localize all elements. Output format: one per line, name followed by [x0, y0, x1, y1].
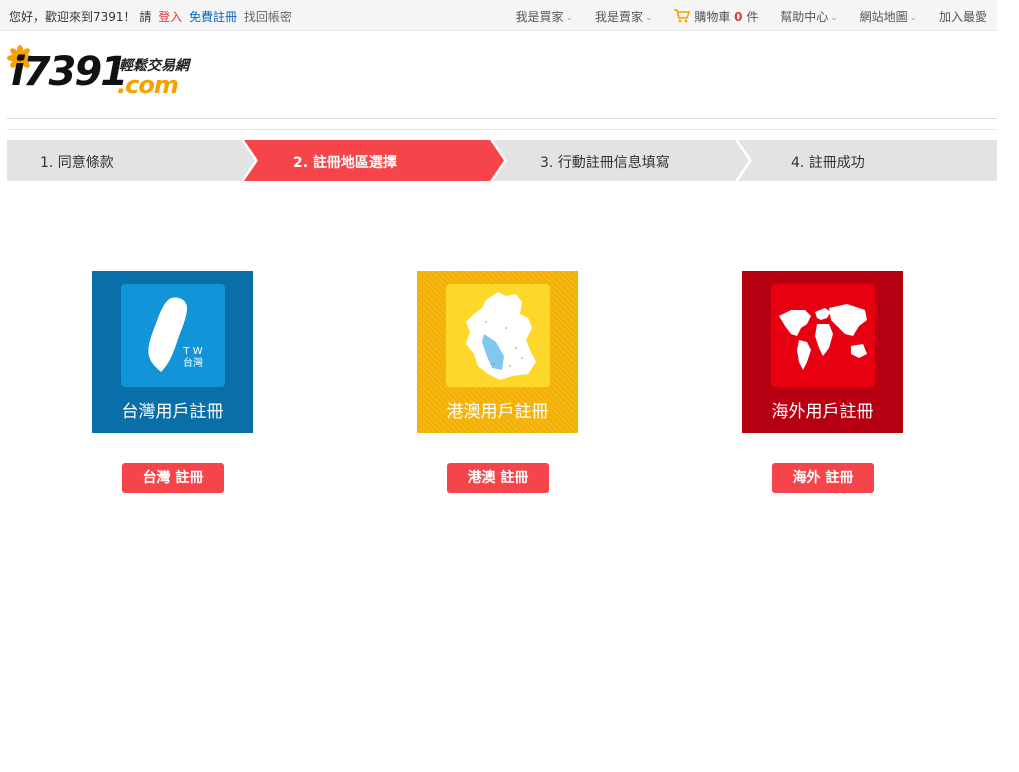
world-map-graphic	[779, 304, 867, 370]
sitemap-label: 網站地圖	[859, 10, 908, 24]
hongkong-macau-card-caption: 港澳用戶註冊	[446, 402, 549, 422]
chevron-down-icon: ⌄	[565, 13, 574, 23]
greeting-text: 您好，歡迎來到7391！ 請	[9, 10, 152, 24]
taiwan-map-icon: T W 台灣	[121, 284, 225, 387]
taiwan-tag-en: T W	[183, 346, 203, 357]
register-link[interactable]: 免費註冊	[189, 10, 237, 24]
taiwan-region-card[interactable]: T W 台灣 台灣用戶註冊	[92, 271, 253, 433]
step-1: 1. 同意條款	[40, 155, 114, 171]
buyer-menu-label: 我是買家	[515, 10, 564, 24]
chevron-down-icon: ⌄	[644, 13, 653, 23]
seller-menu[interactable]: 我是賣家 ⌄	[595, 8, 653, 25]
help-center-label: 幫助中心	[780, 10, 829, 24]
taiwan-tag-zh: 台灣	[183, 358, 203, 369]
step-3: 3. 行動註冊信息填寫	[540, 155, 670, 171]
welcome-area: 您好，歡迎來到7391！ 請 登入 免費註冊 找回帳密	[9, 8, 295, 25]
chevron-down-icon: ⌄	[830, 13, 838, 23]
step-bg-4	[738, 140, 997, 181]
cart-unit: 件	[746, 10, 759, 24]
taiwan-tag: T W 台灣	[183, 346, 203, 370]
cart-label: 購物車	[694, 10, 731, 24]
registration-steps: 1. 同意條款 2. 註冊地區選擇 3. 行動註冊信息填寫 4. 註冊成功	[7, 140, 997, 181]
world-map-icon	[771, 284, 875, 387]
step-2: 2. 註冊地區選擇	[293, 155, 397, 171]
taiwan-map-graphic	[148, 297, 187, 372]
hongkong-macau-region-card[interactable]: 港澳用戶註冊	[417, 271, 578, 433]
site-logo[interactable]: i7391 輕鬆交易網 .com	[7, 45, 209, 99]
top-bar: 您好，歡迎來到7391！ 請 登入 免費註冊 找回帳密 我是買家 ⌄ 我是賣家 ⌄ …	[0, 0, 997, 31]
divider	[7, 129, 997, 130]
help-center-menu[interactable]: 幫助中心 ⌄	[780, 8, 838, 25]
taiwan-card-caption: 台灣用戶註冊	[121, 402, 224, 422]
cart-link[interactable]: 購物車 0 件	[674, 8, 758, 25]
sitemap-menu[interactable]: 網站地圖 ⌄	[860, 8, 918, 25]
overseas-region-card[interactable]: 海外用戶註冊	[742, 271, 903, 433]
seller-menu-label: 我是賣家	[594, 10, 643, 24]
overseas-card-caption: 海外用戶註冊	[771, 402, 874, 422]
shopping-cart-icon	[674, 9, 691, 23]
buyer-menu[interactable]: 我是買家 ⌄	[516, 8, 574, 25]
add-favorite-link[interactable]: 加入最愛	[939, 8, 987, 25]
overseas-register-button[interactable]: 海外 註冊	[772, 463, 874, 493]
top-nav: 我是買家 ⌄ 我是賣家 ⌄ 購物車 0 件 幫助中心 ⌄ 網站地圖 ⌄ 加入最愛	[498, 8, 987, 25]
hongkong-macau-map-icon	[446, 284, 550, 387]
divider	[7, 118, 997, 119]
logo-domain: .com	[117, 71, 179, 99]
chevron-down-icon: ⌄	[909, 13, 918, 23]
recover-account-link[interactable]: 找回帳密	[244, 10, 292, 24]
logo-wordmark: i7391	[11, 49, 128, 95]
step-4: 4. 註冊成功	[791, 155, 865, 171]
login-link[interactable]: 登入	[158, 10, 182, 24]
cart-count: 0	[734, 10, 743, 24]
taiwan-register-button[interactable]: 台灣 註冊	[122, 463, 224, 493]
hongkong-macau-register-button[interactable]: 港澳 註冊	[447, 463, 549, 493]
hongkong-macau-map-graphic	[466, 292, 536, 380]
